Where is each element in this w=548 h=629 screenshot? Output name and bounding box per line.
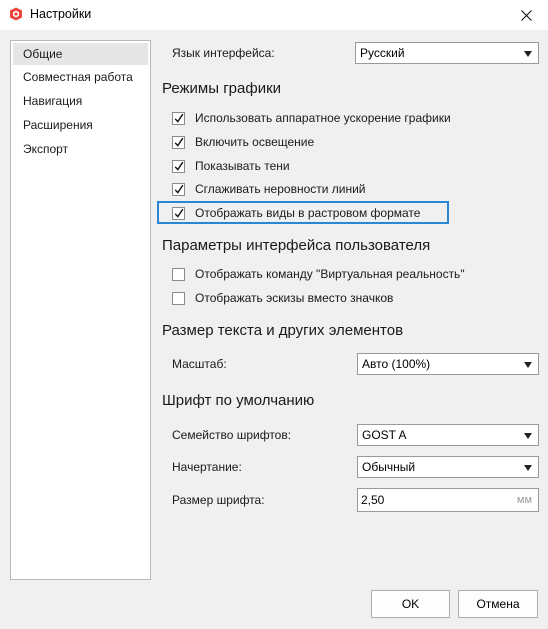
font-style-select[interactable]: Обычный bbox=[357, 456, 539, 478]
font-heading: Шрифт по умолчанию bbox=[162, 392, 315, 409]
font-size-label: Размер шрифта: bbox=[172, 493, 265, 507]
close-icon bbox=[520, 9, 532, 21]
checkbox[interactable] bbox=[172, 182, 185, 196]
title-bar: Настройки bbox=[0, 0, 548, 30]
checkbox-lighting[interactable]: Включить освещение bbox=[172, 134, 314, 150]
chevron-down-icon bbox=[524, 433, 532, 439]
sidebar-item-navigation[interactable]: Навигация bbox=[11, 89, 150, 113]
checkmark-icon bbox=[174, 137, 184, 147]
window-title: Настройки bbox=[30, 7, 92, 21]
checkbox-hardware-acceleration[interactable]: Использовать аппаратное ускорение график… bbox=[172, 110, 451, 126]
sidebar-item-collaboration[interactable]: Совместная работа bbox=[11, 65, 150, 89]
font-size-unit: мм bbox=[516, 494, 532, 506]
app-logo-icon bbox=[9, 7, 23, 21]
checkbox-label: Включить освещение bbox=[195, 135, 315, 149]
cancel-button[interactable]: Отмена bbox=[458, 590, 538, 618]
checkbox-label: Использовать аппаратное ускорение график… bbox=[195, 111, 451, 125]
checkbox-label: Отображать команду "Виртуальная реальнос… bbox=[195, 267, 465, 281]
chevron-down-icon bbox=[524, 465, 532, 471]
checkmark-icon bbox=[174, 184, 184, 194]
close-button[interactable] bbox=[504, 0, 548, 30]
chevron-down-icon bbox=[524, 51, 532, 57]
font-size-input[interactable]: 2,50 мм bbox=[357, 488, 539, 512]
language-label: Язык интерфейса: bbox=[172, 46, 275, 60]
font-family-value: GOST A bbox=[362, 428, 407, 442]
checkmark-icon bbox=[174, 113, 184, 123]
font-family-label: Семейство шрифтов: bbox=[172, 428, 292, 442]
checkbox-thumbnails[interactable]: Отображать эскизы вместо значков bbox=[172, 290, 393, 306]
sidebar-item-export[interactable]: Экспорт bbox=[11, 137, 150, 161]
checkbox-label: Отображать виды в растровом формате bbox=[195, 206, 421, 220]
ui-params-heading: Параметры интерфейса пользователя bbox=[162, 237, 431, 254]
checkbox-raster-views[interactable]: Отображать виды в растровом формате bbox=[172, 205, 420, 221]
checkbox-label: Сглаживать неровности линий bbox=[195, 182, 366, 196]
scale-label: Масштаб: bbox=[172, 357, 227, 371]
checkbox[interactable] bbox=[172, 159, 185, 173]
chevron-down-icon bbox=[524, 362, 532, 368]
checkbox-label: Показывать тени bbox=[195, 159, 290, 173]
checkbox[interactable] bbox=[172, 267, 185, 281]
checkbox[interactable] bbox=[172, 135, 185, 149]
checkbox-vr-command[interactable]: Отображать команду "Виртуальная реальнос… bbox=[172, 266, 465, 282]
font-family-select[interactable]: GOST A bbox=[357, 424, 539, 446]
language-value: Русский bbox=[360, 46, 405, 60]
language-select[interactable]: Русский bbox=[355, 42, 539, 64]
checkmark-icon bbox=[174, 208, 184, 218]
checkbox-antialiasing[interactable]: Сглаживать неровности линий bbox=[172, 181, 366, 197]
text-size-heading: Размер текста и других элементов bbox=[162, 322, 404, 339]
sidebar-item-extensions[interactable]: Расширения bbox=[11, 113, 150, 137]
checkbox-shadows[interactable]: Показывать тени bbox=[172, 158, 290, 174]
font-style-label: Начертание: bbox=[172, 460, 242, 474]
checkbox[interactable] bbox=[172, 291, 185, 305]
checkmark-icon bbox=[174, 161, 184, 171]
font-style-value: Обычный bbox=[362, 460, 416, 474]
scale-select[interactable]: Авто (100%) bbox=[357, 353, 539, 375]
checkbox[interactable] bbox=[172, 111, 185, 125]
checkbox[interactable] bbox=[172, 206, 185, 220]
checkbox-label: Отображать эскизы вместо значков bbox=[195, 291, 394, 305]
scale-value: Авто (100%) bbox=[362, 357, 431, 371]
settings-sidebar: Общие Совместная работа Навигация Расшир… bbox=[10, 40, 151, 580]
graphics-heading: Режимы графики bbox=[162, 80, 282, 97]
ok-button[interactable]: OK bbox=[371, 590, 450, 618]
font-size-value: 2,50 bbox=[361, 493, 385, 507]
sidebar-item-general[interactable]: Общие bbox=[13, 43, 148, 65]
